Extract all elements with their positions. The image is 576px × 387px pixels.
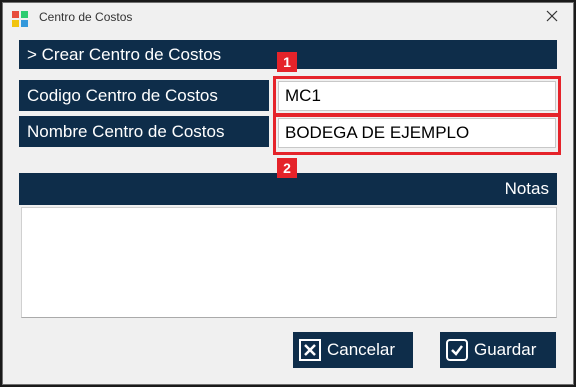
- name-label: Nombre Centro de Costos: [19, 116, 269, 147]
- marker-1: 1: [277, 52, 297, 72]
- save-label: Guardar: [474, 340, 537, 359]
- check-box-icon: [446, 339, 468, 361]
- save-button[interactable]: Guardar: [440, 332, 556, 368]
- notes-textarea[interactable]: [21, 207, 557, 318]
- close-icon[interactable]: [545, 9, 559, 23]
- cancel-button[interactable]: Cancelar: [293, 332, 413, 368]
- highlight-code-input: [273, 76, 561, 116]
- title-bar: Centro de Costos: [3, 3, 573, 33]
- window-title: Centro de Costos: [39, 10, 133, 24]
- x-box-icon: [299, 339, 321, 361]
- highlight-name-input: [273, 114, 561, 155]
- marker-2: 2: [277, 158, 297, 178]
- cancel-label: Cancelar: [327, 340, 396, 359]
- code-label: Codigo Centro de Costos: [19, 80, 269, 111]
- app-icon: [12, 11, 28, 27]
- centro-de-costos-window: Centro de Costos > Crear Centro de Costo…: [2, 2, 574, 385]
